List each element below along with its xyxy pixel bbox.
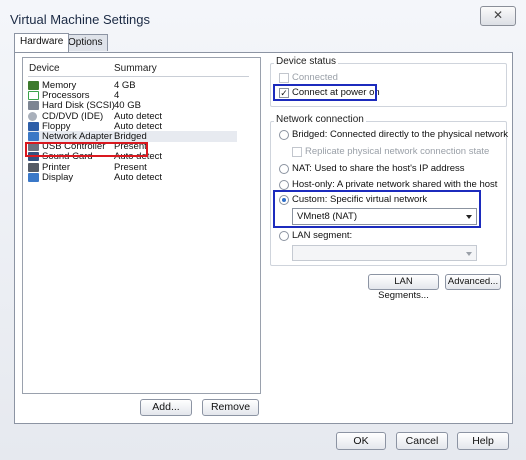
network-adapter-highlight — [25, 142, 148, 157]
device-row[interactable]: Display Auto detect — [28, 172, 237, 183]
close-icon: ✕ — [492, 8, 504, 22]
hard-disk-icon — [28, 101, 39, 111]
advanced-button[interactable]: Advanced... — [445, 274, 501, 290]
ok-button[interactable]: OK — [336, 432, 386, 450]
power-on-highlight — [273, 84, 377, 101]
processor-icon — [28, 91, 39, 101]
nat-radio[interactable] — [279, 164, 289, 174]
printer-icon — [28, 162, 39, 172]
bridged-label: Bridged: Connected directly to the physi… — [292, 129, 508, 140]
host-only-radio[interactable] — [279, 180, 289, 190]
device-status-title: Device status — [274, 56, 339, 67]
device-summary: Auto detect — [114, 171, 163, 183]
column-device: Device — [29, 63, 60, 74]
host-only-label: Host-only: A private network shared with… — [292, 179, 498, 190]
connected-label: Connected — [292, 72, 338, 83]
replicate-label: Replicate physical network connection st… — [305, 146, 490, 157]
column-summary: Summary — [114, 63, 157, 74]
add-button[interactable]: Add... — [140, 399, 192, 416]
connected-checkbox[interactable] — [279, 73, 289, 83]
close-button[interactable]: ✕ — [480, 6, 516, 26]
help-button[interactable]: Help — [457, 432, 509, 450]
memory-icon — [28, 81, 39, 90]
lan-segment-label: LAN segment: — [292, 230, 353, 241]
cancel-button[interactable]: Cancel — [396, 432, 448, 450]
floppy-icon — [28, 121, 39, 131]
nat-label: NAT: Used to share the host's IP address — [292, 163, 465, 174]
lan-segments-button[interactable]: LAN Segments... — [368, 274, 439, 301]
lan-segment-dropdown[interactable] — [292, 245, 477, 261]
network-adapter-icon — [28, 132, 39, 141]
custom-network-highlight — [273, 190, 481, 228]
chevron-down-icon — [466, 252, 472, 256]
tab-hardware[interactable]: Hardware — [14, 33, 70, 52]
device-name: Display — [42, 171, 74, 183]
remove-button[interactable]: Remove — [202, 399, 259, 416]
lan-segment-radio[interactable] — [279, 231, 289, 241]
window-title: Virtual Machine Settings — [10, 12, 150, 27]
settings-window: Virtual Machine Settings ✕ Hardware Opti… — [0, 0, 526, 460]
network-connection-title: Network connection — [274, 114, 366, 125]
cd-dvd-icon — [28, 111, 37, 121]
bridged-radio[interactable] — [279, 130, 289, 140]
replicate-checkbox[interactable] — [292, 147, 302, 157]
device-list-header: Device Summary — [28, 61, 249, 77]
display-icon — [28, 172, 39, 182]
